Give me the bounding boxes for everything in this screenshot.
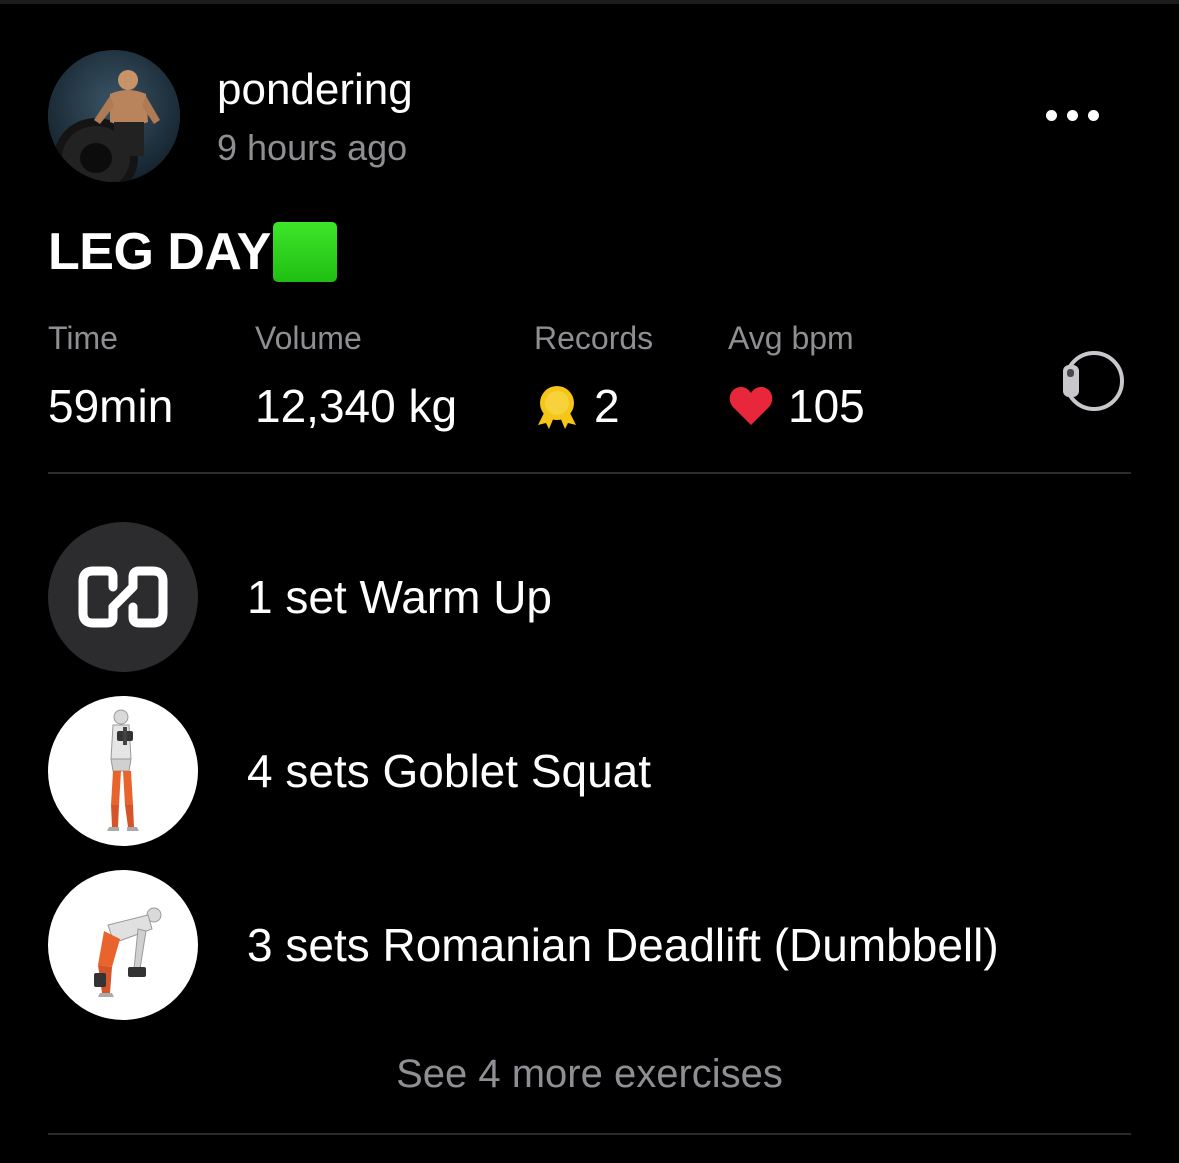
avatar-photo [48, 50, 180, 182]
stat-avg-bpm: Avg bpm 105 [728, 318, 865, 432]
exercise-thumb [48, 696, 198, 846]
dumbbell-icon [78, 566, 168, 628]
exercise-label: 4 sets Goblet Squat [247, 745, 652, 797]
heart-icon [729, 387, 773, 425]
smartwatch-icon[interactable] [1060, 346, 1126, 416]
stat-time-value-text: 59min [48, 380, 174, 432]
more-options-button[interactable] [1030, 90, 1114, 140]
stat-volume-value: 12,340 kg [255, 378, 457, 434]
medal-icon [538, 386, 576, 429]
stat-volume-value-text: 12,340 kg [255, 380, 458, 432]
goblet-squat-figure [107, 709, 139, 831]
more-dot [1066, 109, 1078, 121]
green-square-emoji [272, 222, 337, 282]
exercise-row-romanian-deadlift[interactable]: 3 sets Romanian Deadlift (Dumbbell) [48, 870, 1131, 1020]
stat-time-label: Time [48, 320, 118, 356]
post-timestamp: 9 hours ago [217, 127, 408, 168]
exercise-row-warm-up[interactable]: 1 set Warm Up [48, 522, 1131, 672]
more-dot [1087, 109, 1099, 121]
top-edge [0, 0, 1179, 4]
stat-bpm-value-text: 105 [788, 380, 865, 432]
stat-records: Records 2 [534, 318, 654, 432]
stats-divider [48, 472, 1131, 474]
stat-volume-label: Volume [255, 320, 362, 356]
bottom-divider [48, 1133, 1131, 1135]
avatar[interactable] [48, 50, 180, 182]
workout-title: LEG DAY [48, 223, 271, 281]
stat-time: Time 59min [48, 318, 173, 432]
romanian-deadlift-figure [94, 907, 162, 997]
exercise-thumb [48, 870, 198, 1020]
exercise-label: 1 set Warm Up [247, 571, 553, 623]
stat-volume: Volume 12,340 kg [255, 318, 457, 432]
exercise-thumb [48, 522, 198, 672]
see-more-exercises-link[interactable]: See 4 more exercises [0, 1048, 1179, 1100]
stat-records-value: 2 [534, 378, 620, 434]
stat-records-value-text: 2 [594, 380, 620, 432]
stat-records-label: Records [534, 320, 654, 356]
workout-title-row[interactable]: LEG DAY [48, 218, 337, 286]
stat-time-value: 59min [48, 378, 173, 434]
exercise-label: 3 sets Romanian Deadlift (Dumbbell) [247, 919, 999, 971]
stat-bpm-label: Avg bpm [728, 320, 854, 356]
more-horizontal-icon [1045, 109, 1057, 121]
exercise-row-goblet-squat[interactable]: 4 sets Goblet Squat [48, 696, 1131, 846]
username[interactable]: pondering [217, 62, 413, 118]
stat-bpm-value: 105 [728, 378, 865, 434]
